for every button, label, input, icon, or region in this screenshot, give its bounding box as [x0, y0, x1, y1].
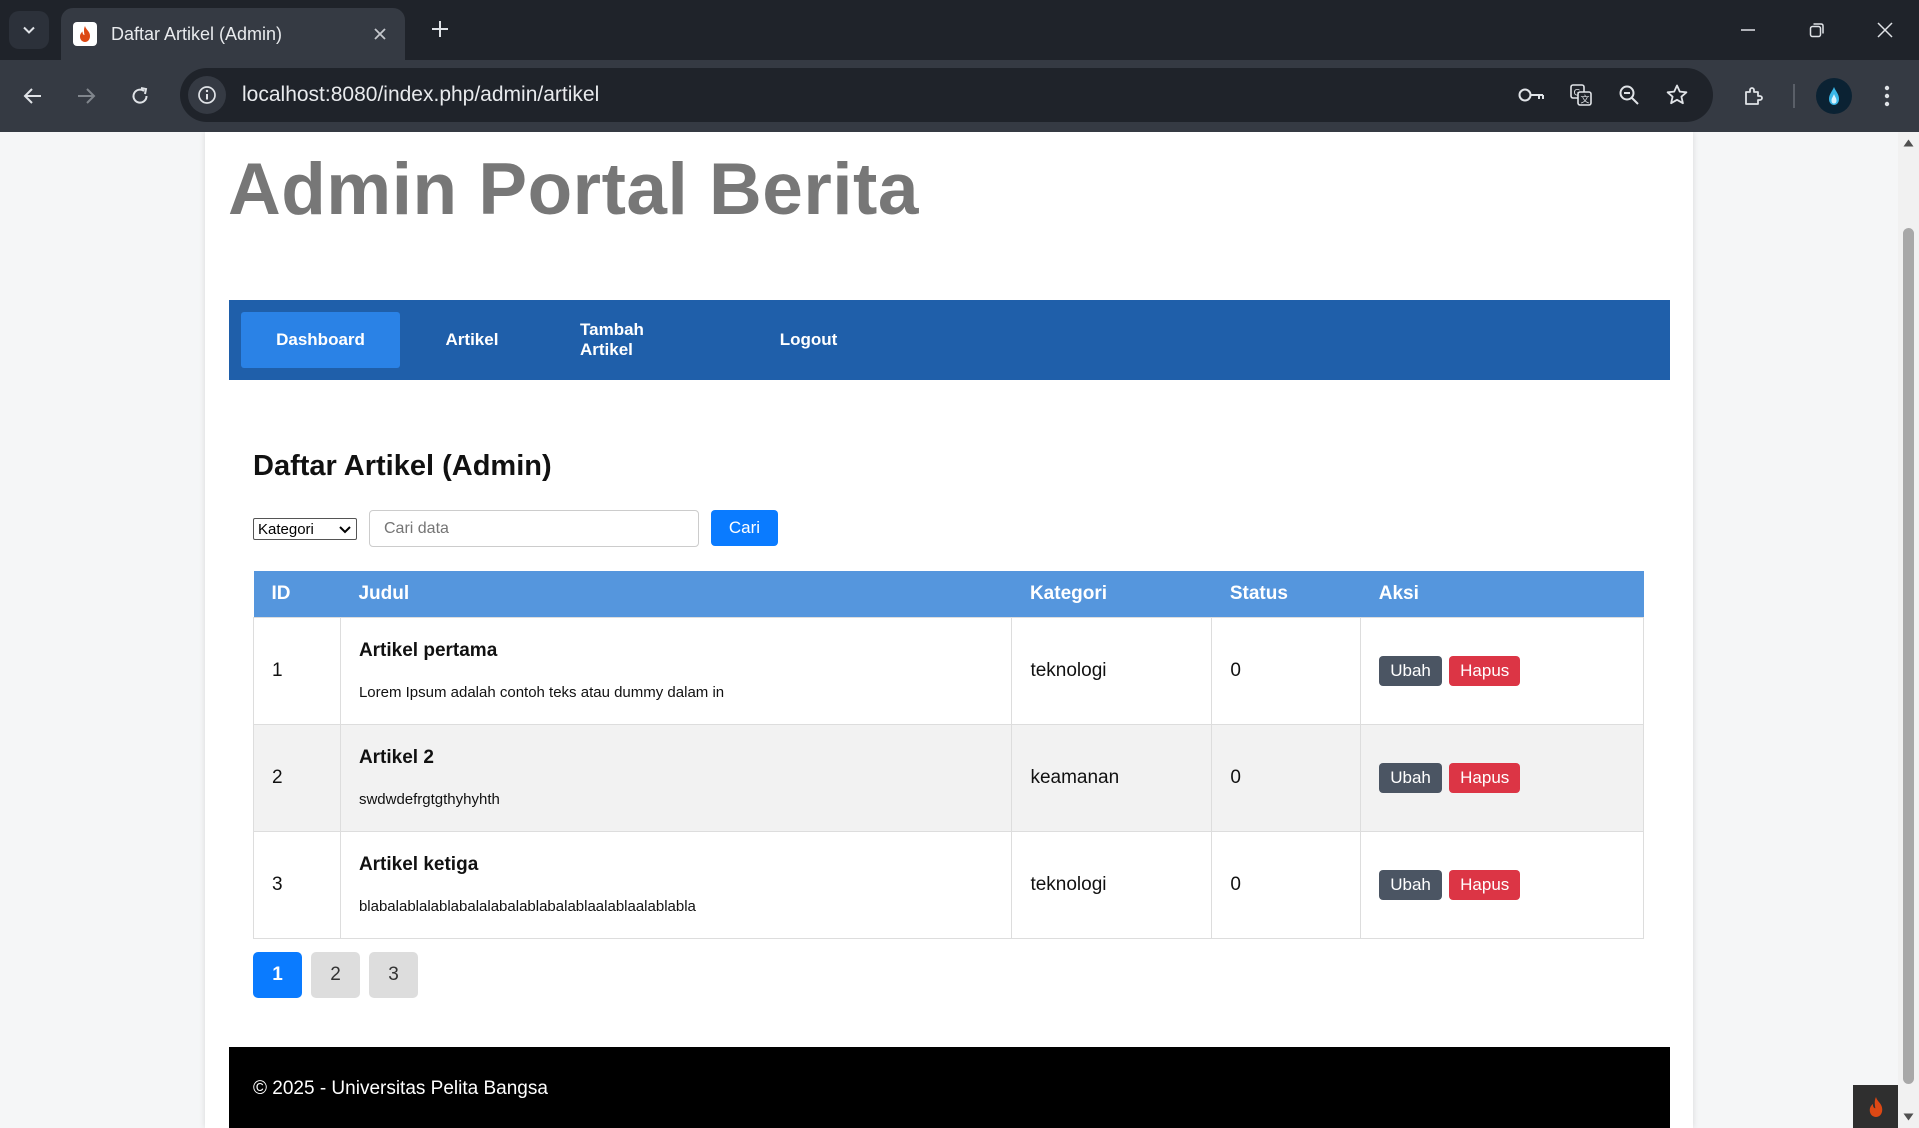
scrollbar-thumb[interactable]: [1903, 228, 1914, 1084]
address-bar[interactable]: localhost:8080/index.php/admin/artikel G…: [180, 68, 1713, 122]
cell-aksi: Ubah Hapus: [1360, 616, 1644, 725]
delete-button[interactable]: Hapus: [1449, 655, 1521, 686]
nav-tambah-artikel[interactable]: Tambah Artikel: [544, 312, 736, 368]
edit-button[interactable]: Ubah: [1379, 655, 1442, 686]
article-title: Artikel 2: [358, 747, 434, 768]
table-row: 2 Artikel 2 swdwdefrgtgthyhyhth keamanan…: [253, 723, 1644, 832]
nav-logout[interactable]: Logout: [736, 312, 881, 368]
password-key-icon[interactable]: [1512, 75, 1552, 115]
cell-kategori: teknologi: [1011, 616, 1213, 725]
pagination-page-3[interactable]: 3: [369, 952, 418, 998]
scroll-down-arrow-icon[interactable]: [1902, 1110, 1915, 1123]
cell-status: 0: [1211, 830, 1362, 939]
cell-judul: Artikel 2 swdwdefrgtgthyhyhth: [339, 723, 1013, 832]
cell-aksi: Ubah Hapus: [1360, 723, 1644, 832]
site-title: Admin Portal Berita: [228, 149, 919, 230]
tab-search-button[interactable]: [9, 11, 49, 49]
cell-aksi: Ubah Hapus: [1360, 830, 1644, 939]
tab-title: Daftar Artikel (Admin): [111, 23, 283, 44]
cell-status: 0: [1211, 723, 1362, 832]
article-title: Artikel ketiga: [358, 854, 479, 875]
plus-icon[interactable]: [423, 12, 457, 46]
debug-toolbar-toggle[interactable]: [1853, 1085, 1898, 1128]
extensions-icon[interactable]: [1734, 76, 1774, 116]
table-header-row: ID Judul Kategori Status Aksi: [253, 571, 1644, 617]
minimize-icon[interactable]: [1725, 10, 1771, 50]
header-id: ID: [253, 571, 341, 617]
nav-artikel[interactable]: Artikel: [400, 312, 544, 368]
browser-tab-active[interactable]: Daftar Artikel (Admin): [61, 8, 405, 60]
pagination-page-2[interactable]: 2: [311, 952, 360, 998]
main-navbar: Dashboard Artikel Tambah Artikel Logout: [229, 300, 1670, 380]
header-judul: Judul: [340, 571, 1012, 617]
article-excerpt: Lorem Ipsum adalah contoh teks atau dumm…: [358, 684, 725, 701]
back-arrow-icon[interactable]: [13, 76, 53, 116]
reload-icon[interactable]: [120, 76, 160, 116]
page-footer: © 2025 - Universitas Pelita Bangsa: [229, 1047, 1670, 1128]
restore-icon[interactable]: [1794, 10, 1840, 50]
forward-arrow-icon[interactable]: [66, 76, 106, 116]
browser-toolbar: localhost:8080/index.php/admin/artikel G…: [0, 60, 1919, 132]
article-title: Artikel pertama: [358, 640, 498, 661]
search-input[interactable]: [369, 510, 699, 547]
toolbar-separator: [1793, 84, 1795, 108]
cell-id: 1: [253, 616, 341, 725]
category-select-value: Kategori: [258, 520, 314, 538]
delete-button[interactable]: Hapus: [1449, 869, 1521, 900]
cell-kategori: teknologi: [1011, 830, 1213, 939]
footer-copyright: © 2025 - Universitas Pelita Bangsa: [253, 1078, 548, 1099]
bookmark-star-icon[interactable]: [1657, 75, 1697, 115]
header-aksi: Aksi: [1360, 571, 1644, 617]
page-container: Admin Portal Berita Dashboard Artikel Ta…: [205, 132, 1693, 1128]
articles-table: ID Judul Kategori Status Aksi 1 Artikel …: [253, 571, 1644, 939]
window-close-icon[interactable]: [1862, 10, 1908, 50]
chevron-down-icon: [339, 526, 351, 534]
pagination-page-1[interactable]: 1: [253, 952, 302, 998]
page-title: Daftar Artikel (Admin): [253, 450, 552, 482]
edit-button[interactable]: Ubah: [1379, 869, 1442, 900]
cell-judul: Artikel pertama Lorem Ipsum adalah conto…: [339, 616, 1013, 725]
kebab-menu-icon[interactable]: [1867, 76, 1907, 116]
table-row: 3 Artikel ketiga blabalablalablabalalaba…: [253, 830, 1644, 939]
chevron-down-icon: [23, 26, 35, 34]
edit-button[interactable]: Ubah: [1379, 762, 1442, 793]
url-host: localhost: [242, 83, 325, 106]
category-select[interactable]: Kategori: [253, 518, 357, 540]
codeigniter-flame-icon: [1869, 1096, 1882, 1117]
site-info-icon[interactable]: [188, 76, 226, 114]
cell-judul: Artikel ketiga blabalablalablabalalabala…: [339, 830, 1013, 939]
svg-text:文: 文: [1581, 94, 1590, 106]
article-excerpt: blabalablalablabalalabalablabalablaalabl…: [358, 898, 696, 915]
vertical-scrollbar[interactable]: [1898, 132, 1919, 1128]
cell-id: 2: [253, 723, 341, 832]
url-text: localhost:8080/index.php/admin/artikel: [242, 83, 599, 107]
url-path: :8080/index.php/admin/artikel: [324, 83, 600, 106]
page-viewport: Admin Portal Berita Dashboard Artikel Ta…: [0, 132, 1898, 1128]
article-excerpt: swdwdefrgtgthyhyhth: [358, 791, 500, 808]
header-kategori: Kategori: [1011, 571, 1212, 617]
cell-id: 3: [253, 830, 341, 939]
nav-dashboard[interactable]: Dashboard: [241, 312, 400, 368]
browser-tab-bar: Daftar Artikel (Admin): [0, 0, 1919, 60]
profile-avatar-icon[interactable]: [1816, 78, 1852, 114]
table-row: 1 Artikel pertama Lorem Ipsum adalah con…: [253, 616, 1644, 725]
close-icon[interactable]: [367, 21, 393, 47]
scroll-up-arrow-icon[interactable]: [1902, 136, 1915, 149]
cell-status: 0: [1211, 616, 1362, 725]
cell-kategori: keamanan: [1011, 723, 1213, 832]
zoom-icon[interactable]: [1609, 75, 1649, 115]
header-status: Status: [1211, 571, 1361, 617]
translate-icon[interactable]: G文: [1561, 75, 1601, 115]
delete-button[interactable]: Hapus: [1449, 762, 1521, 793]
codeigniter-flame-icon: [73, 22, 97, 46]
search-button[interactable]: Cari: [711, 510, 778, 546]
